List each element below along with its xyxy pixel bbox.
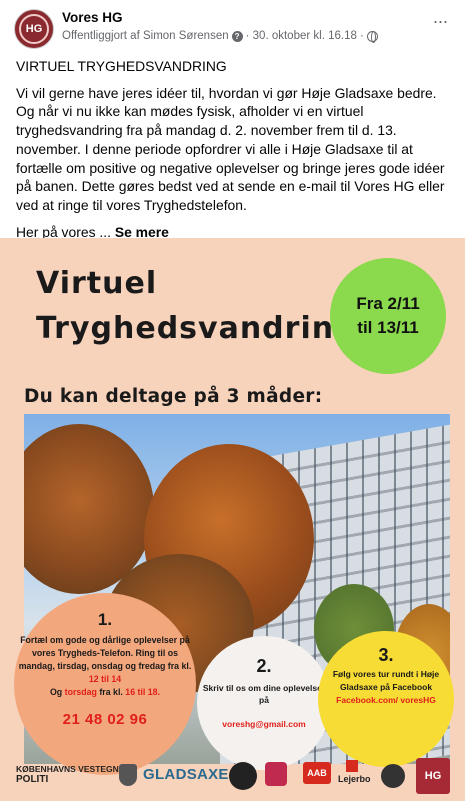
option-2-text: Skriv til os om dine oplevelser på [202, 683, 326, 705]
poster-title: Virtuel Tryghedsvandring [36, 266, 357, 346]
post-body: Vi vil gerne have jeres idéer til, hvord… [16, 84, 445, 213]
option-1-time-b: 16 til 18. [125, 687, 161, 697]
phone-number: 21 48 02 96 [62, 711, 148, 728]
facebook-link-text: Facebook.com/ voresHG [336, 695, 436, 705]
housing-logo-icon [265, 762, 287, 786]
option-1-text-b: Og [49, 687, 63, 697]
crest-icon [119, 764, 137, 786]
post-image[interactable]: Virtuel Tryghedsvandring Fra 2/11 til 13… [0, 238, 465, 801]
police-logo-line2: POLITI [16, 774, 49, 785]
option-3-circle: 3. Følg vores tur rundt i Høje Gladsaxe … [318, 631, 454, 767]
police-logo: KØBENHAVNS VESTEGNS POLITI [16, 764, 124, 785]
badge-logo-icon [229, 762, 257, 790]
vores-hg-logo: HG [416, 758, 450, 794]
page-name-link[interactable]: Vores HG [62, 10, 123, 25]
gladsaxe-logo: GLADSAXE [143, 766, 229, 783]
option-1-text-c: fra kl. [99, 687, 123, 697]
post-meta: Offentliggjort af Simon Sørensen ? · 30.… [62, 30, 378, 43]
post-headline: VIRTUEL TRYGHEDSVANDRING [16, 58, 227, 74]
option-3-number: 3. [378, 645, 394, 665]
post-text: VIRTUEL TRYGHEDSVANDRING Vi vil gerne ha… [16, 57, 456, 249]
option-2-number: 2. [256, 656, 272, 676]
partner-logos: KØBENHAVNS VESTEGNS POLITI GLADSAXE AAB … [0, 750, 465, 801]
date-badge: Fra 2/11 til 13/11 [330, 258, 446, 374]
option-1-text: Fortæl om gode og dårlige oplevelser på … [18, 635, 192, 671]
date-line1: Fra 2/11 [356, 294, 420, 313]
date-line2: til 13/11 [357, 318, 419, 337]
option-1-time-a: 12 til 14 [88, 674, 122, 684]
option-1-day: torsdag [64, 687, 97, 697]
page-avatar[interactable]: HG [14, 9, 54, 49]
more-options-button[interactable]: ··· [429, 12, 451, 36]
option-3-text: Følg vores tur rundt i Høje Gladsaxe på … [332, 669, 440, 692]
aab-logo: AAB [303, 762, 331, 784]
lejerbo-house-icon [346, 760, 358, 772]
post-header: HG Vores HG Offentliggjort af Simon Søre… [0, 0, 465, 52]
post-timestamp[interactable]: · 30. oktober kl. 16.18 · [246, 30, 364, 42]
poster-subtitle: Du kan deltage på 3 måder: [24, 386, 323, 407]
police-logo-line1: KØBENHAVNS VESTEGNS [16, 764, 125, 774]
globe-icon [366, 30, 378, 43]
poster-title-line2: Tryghedsvandring [36, 311, 357, 346]
round-logo-icon [381, 764, 405, 788]
published-by-text[interactable]: Offentliggjort af Simon Sørensen [62, 30, 229, 42]
option-1-circle: 1. Fortæl om gode og dårlige oplevelser … [14, 593, 196, 775]
option-1-number: 1. [97, 610, 113, 629]
email-address: voreshg@gmail.com [222, 719, 306, 729]
lejerbo-logo: Lejerbo [338, 774, 371, 784]
info-icon[interactable]: ? [231, 30, 243, 42]
poster-title-line1: Virtuel [36, 266, 158, 301]
avatar-logo: HG [19, 14, 49, 44]
